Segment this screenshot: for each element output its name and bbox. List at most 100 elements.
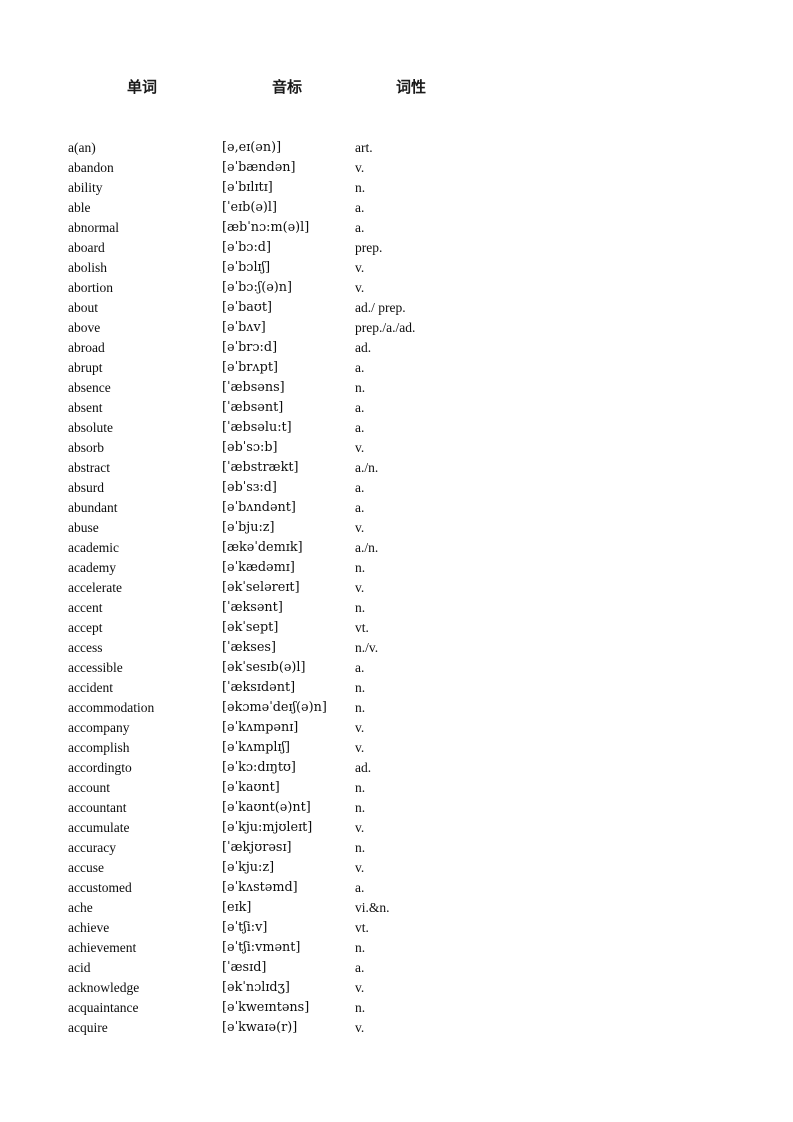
table-row: accordingto [əˈkɔ:dɪŋtʊ] ad. <box>0 758 793 778</box>
cell-word: accomplish <box>68 740 130 755</box>
cell-phonetic: [əˈkædəmɪ] <box>222 560 295 575</box>
cell-part-of-speech: prep./a./ad. <box>355 320 416 335</box>
cell-word: accent <box>68 600 103 615</box>
cell-phonetic: [əˈbɪlɪtɪ] <box>222 180 273 195</box>
cell-part-of-speech: v. <box>355 740 365 755</box>
cell-part-of-speech: v. <box>355 280 365 295</box>
cell-word: aboard <box>68 240 105 255</box>
cell-phonetic: [əˈbaʊt] <box>222 300 272 315</box>
cell-phonetic: [ˈækses] <box>222 640 276 655</box>
cell-part-of-speech: n. <box>355 680 366 695</box>
table-row: abnormal [æbˈnɔ:m(ə)l] a. <box>0 218 793 238</box>
cell-word: abortion <box>68 280 113 295</box>
table-row: accessible [əkˈsesɪb(ə)l] a. <box>0 658 793 678</box>
cell-phonetic: [əkˈseləreɪt] <box>222 580 300 595</box>
cell-phonetic: [əˈbændən] <box>222 160 296 175</box>
cell-phonetic: [əkˈsesɪb(ə)l] <box>222 660 306 675</box>
column-header-phonetic: 音标 <box>272 78 303 96</box>
cell-word: account <box>68 780 110 795</box>
table-row: accustomed [əˈkʌstəmd] a. <box>0 878 793 898</box>
table-row: acknowledge [əkˈnɔlɪdʒ] v. <box>0 978 793 998</box>
cell-part-of-speech: n. <box>355 180 366 195</box>
cell-phonetic: [əkˈnɔlɪdʒ] <box>222 980 290 995</box>
cell-part-of-speech: v. <box>355 260 365 275</box>
cell-phonetic: [əkɔməˈdeɪʃ(ə)n] <box>222 700 327 715</box>
table-row: accountant [əˈkaʊnt(ə)nt] n. <box>0 798 793 818</box>
cell-part-of-speech: n. <box>355 380 366 395</box>
cell-word: abroad <box>68 340 105 355</box>
cell-word: access <box>68 640 103 655</box>
table-header-row: 单词 音标 词性 <box>0 76 793 102</box>
cell-phonetic: [ˈæbsənt] <box>222 400 284 415</box>
cell-part-of-speech: n. <box>355 600 366 615</box>
cell-word: accept <box>68 620 103 635</box>
table-row: abandon [əˈbændən] v. <box>0 158 793 178</box>
table-row: acquire [əˈkwaɪə(r)] v. <box>0 1018 793 1038</box>
cell-word: accommodation <box>68 700 155 715</box>
cell-word: accustomed <box>68 880 132 895</box>
table-row: about [əˈbaʊt] ad./ prep. <box>0 298 793 318</box>
cell-part-of-speech: a. <box>355 960 365 975</box>
column-header-part-of-speech: 词性 <box>396 78 427 96</box>
cell-word: abuse <box>68 520 99 535</box>
cell-part-of-speech: a. <box>355 660 365 675</box>
table-row: absence [ˈæbsəns] n. <box>0 378 793 398</box>
cell-part-of-speech: a. <box>355 200 365 215</box>
cell-phonetic: [əˈbju:z] <box>222 520 275 535</box>
cell-phonetic: [əˈtʃi:vmənt] <box>222 940 301 955</box>
cell-part-of-speech: a. <box>355 500 365 515</box>
cell-part-of-speech: n. <box>355 1000 366 1015</box>
cell-part-of-speech: art. <box>355 140 373 155</box>
cell-part-of-speech: vt. <box>355 620 369 635</box>
table-row: accelerate [əkˈseləreɪt] v. <box>0 578 793 598</box>
cell-word: abrupt <box>68 360 103 375</box>
cell-word: absence <box>68 380 111 395</box>
cell-phonetic: [ˈeɪb(ə)l] <box>222 200 278 215</box>
table-row: access [ˈækses] n./v. <box>0 638 793 658</box>
cell-part-of-speech: v. <box>355 980 365 995</box>
table-row: accomplish [əˈkʌmplɪʃ] v. <box>0 738 793 758</box>
cell-word: accountant <box>68 800 127 815</box>
cell-phonetic: [ˈæksənt] <box>222 600 283 615</box>
cell-phonetic: [əˈkwaɪə(r)] <box>222 1020 298 1035</box>
cell-part-of-speech: v. <box>355 1020 365 1035</box>
cell-phonetic: [əˈkweɪntəns] <box>222 1000 310 1015</box>
cell-part-of-speech: n. <box>355 800 366 815</box>
cell-word: academy <box>68 560 116 575</box>
cell-part-of-speech: n./v. <box>355 640 379 655</box>
cell-phonetic: [əbˈsɔ:b] <box>222 440 278 455</box>
cell-phonetic: [əˈkɔ:dɪŋtʊ] <box>222 760 296 775</box>
cell-phonetic: [ˈækjʊrəsɪ] <box>222 840 292 855</box>
cell-word: abolish <box>68 260 107 275</box>
cell-word: acquaintance <box>68 1000 139 1015</box>
cell-word: abnormal <box>68 220 119 235</box>
cell-part-of-speech: v. <box>355 820 365 835</box>
cell-phonetic: [æbˈnɔ:m(ə)l] <box>222 220 310 235</box>
cell-word: ache <box>68 900 93 915</box>
table-row: abuse [əˈbju:z] v. <box>0 518 793 538</box>
cell-word: able <box>68 200 91 215</box>
table-row: acid [ˈæsɪd] a. <box>0 958 793 978</box>
cell-part-of-speech: v. <box>355 440 365 455</box>
cell-part-of-speech: n. <box>355 560 366 575</box>
cell-word: accuse <box>68 860 104 875</box>
cell-phonetic: [ˈæbsəlu:t] <box>222 420 292 435</box>
cell-phonetic: [ˈæsɪd] <box>222 960 267 975</box>
cell-word: achieve <box>68 920 110 935</box>
cell-phonetic: [əˈkʌmpənɪ] <box>222 720 299 735</box>
table-row: abolish [əˈbɔlɪʃ] v. <box>0 258 793 278</box>
cell-phonetic: [əˈkʌmplɪʃ] <box>222 740 291 755</box>
table-row: accommodation [əkɔməˈdeɪʃ(ə)n] n. <box>0 698 793 718</box>
table-row: ache [eɪk] vi.&n. <box>0 898 793 918</box>
cell-phonetic: [əˈbʌndənt] <box>222 500 296 515</box>
cell-phonetic: [ˈæksɪdənt] <box>222 680 296 695</box>
cell-word: a(an) <box>68 140 96 155</box>
cell-part-of-speech: a. <box>355 220 365 235</box>
table-row: aboard [əˈbɔ:d] prep. <box>0 238 793 258</box>
cell-part-of-speech: vt. <box>355 920 369 935</box>
table-row: accept [əkˈsept] vt. <box>0 618 793 638</box>
cell-word: about <box>68 300 98 315</box>
table-row: ability [əˈbɪlɪtɪ] n. <box>0 178 793 198</box>
cell-phonetic: [eɪk] <box>222 900 252 915</box>
table-row: academic [ækəˈdemɪk] a./n. <box>0 538 793 558</box>
